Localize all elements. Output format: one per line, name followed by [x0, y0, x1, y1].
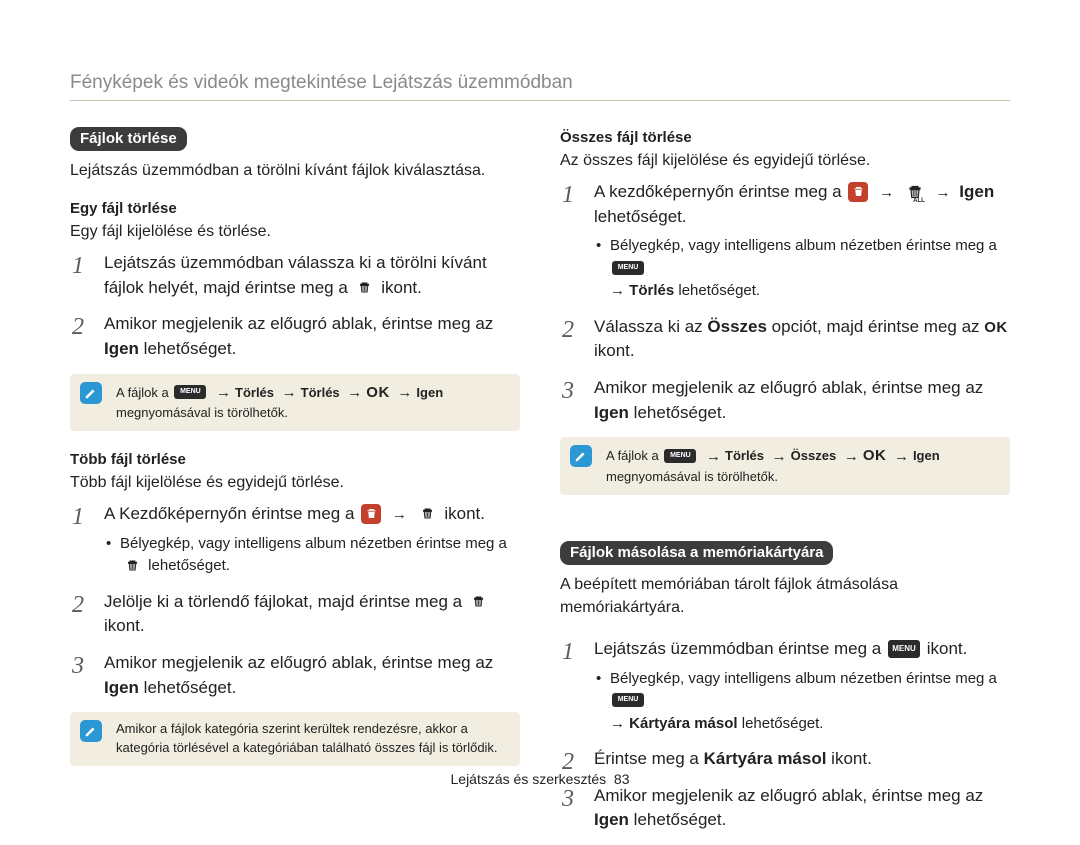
menu-icon: MENU	[174, 385, 206, 399]
page-footer: Lejátszás és szerkesztés 83	[0, 771, 1080, 787]
trash-icon	[122, 555, 142, 575]
divider	[70, 100, 1010, 101]
subdesc-single-delete: Egy fájl kijelölése és törlése.	[70, 223, 520, 241]
subhead-all-delete: Összes fájl törlése	[560, 129, 1010, 146]
breadcrumb: Fényképek és videók megtekintése Lejátsz…	[70, 72, 1010, 94]
note-text: A fájlok a MENU →Törlés →Törlés →OK →Ige…	[116, 382, 510, 423]
step-item: A Kezdőképernyőn érintse meg a → ikont. …	[70, 502, 520, 578]
sub-bullet: Bélyegkép, vagy intelligens album nézetb…	[594, 235, 1010, 303]
note-icon	[80, 382, 102, 404]
menu-icon: MENU	[612, 261, 644, 275]
step-item: Amikor megjelenik az előugró ablak, érin…	[560, 376, 1010, 425]
section-pill-delete: Fájlok törlése	[70, 127, 187, 151]
left-column: Fájlok törlése Lejátszás üzemmódban a tö…	[70, 127, 520, 845]
menu-icon: MENU	[888, 640, 920, 658]
ok-label: OK	[984, 319, 1008, 336]
subdesc-multi-delete: Több fájl kijelölése és egyidejű törlése…	[70, 474, 520, 492]
note-box: A fájlok a MENU →Törlés →Összes →OK →Ige…	[560, 437, 1010, 494]
step-item: Amikor megjelenik az előugró ablak, érin…	[70, 651, 520, 700]
step-item: Lejátszás üzemmódban érintse meg a MENU …	[560, 637, 1010, 735]
note-box: A fájlok a MENU →Törlés →Törlés →OK →Ige…	[70, 374, 520, 431]
sub-bullet: Bélyegkép, vagy intelligens album nézetb…	[104, 533, 520, 578]
note-icon	[570, 445, 592, 467]
step-item: Jelölje ki a törlendő fájlokat, majd éri…	[70, 590, 520, 639]
trash-all-icon: ALL	[905, 182, 925, 202]
step-item: Amikor megjelenik az előugró ablak, érin…	[70, 312, 520, 361]
note-icon	[80, 720, 102, 742]
subdesc-all-delete: Az összes fájl kijelölése és egyidejű tö…	[560, 152, 1010, 170]
trash-multi-icon	[469, 591, 489, 611]
section-pill-copy: Fájlok másolása a memóriakártyára	[560, 541, 833, 565]
copy-lead: A beépített memóriában tárolt fájlok átm…	[560, 573, 1010, 619]
step-item: Lejátszás üzemmódban válassza ki a töröl…	[70, 251, 520, 300]
sub-bullet: Bélyegkép, vagy intelligens album nézetb…	[594, 668, 1010, 736]
note-box: Amikor a fájlok kategória szerint került…	[70, 712, 520, 766]
menu-icon: MENU	[612, 693, 644, 707]
trash-multi-icon	[418, 504, 438, 524]
subhead-multi-delete: Több fájl törlése	[70, 451, 520, 468]
delete-lead: Lejátszás üzemmódban a törölni kívánt fá…	[70, 159, 520, 182]
right-column: Összes fájl törlése Az összes fájl kijel…	[560, 127, 1010, 845]
step-item: Érintse meg a Kártyára másol ikont.	[560, 747, 1010, 772]
note-text: Amikor a fájlok kategória szerint került…	[116, 720, 510, 758]
step-item: A kezdőképernyőn érintse meg a → ALL → I…	[560, 180, 1010, 303]
step-item: Amikor megjelenik az előugró ablak, érin…	[560, 784, 1010, 833]
trash-icon	[355, 277, 375, 297]
trash-icon	[361, 504, 381, 524]
step-item: Válassza ki az Összes opciót, majd érint…	[560, 315, 1010, 364]
trash-icon	[848, 182, 868, 202]
note-text: A fájlok a MENU →Törlés →Összes →OK →Ige…	[606, 445, 1000, 486]
subhead-single-delete: Egy fájl törlése	[70, 200, 520, 217]
menu-icon: MENU	[664, 449, 696, 463]
